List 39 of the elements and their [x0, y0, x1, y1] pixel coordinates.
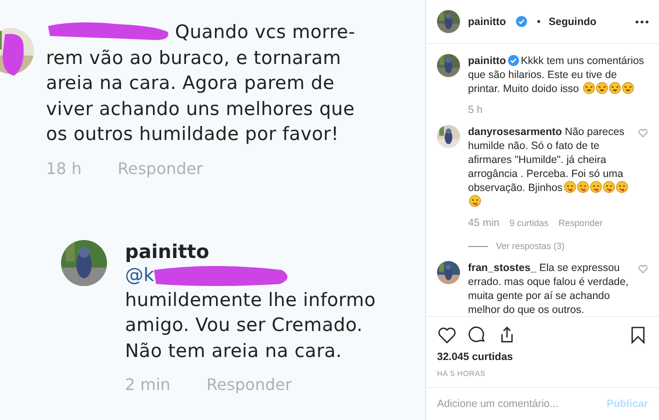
- avatar[interactable]: [61, 240, 107, 286]
- heart-icon[interactable]: [437, 325, 457, 345]
- username[interactable]: painitto: [125, 240, 395, 264]
- avatar[interactable]: [437, 54, 460, 77]
- reply-link[interactable]: Responder: [558, 216, 603, 230]
- comment-text: fran_stostes_ Ela se expressou errado. mas oque falou é verdade, muita gente por aí se achando melhor do que os outros.: [468, 261, 630, 316]
- comment-text: humildemente lhe informo amigo. Vou ser Cremado. Não tem areia na cara.: [125, 288, 377, 364]
- reply-link[interactable]: Responder: [206, 375, 292, 394]
- emoji-icon: [469, 195, 481, 207]
- emoji-icon: [602, 181, 615, 193]
- mention-link[interactable]: @k: [125, 265, 154, 286]
- emoji-icon: [564, 181, 576, 193]
- emoji-icon: [608, 82, 621, 94]
- more-icon[interactable]: [635, 20, 649, 24]
- view-replies-link[interactable]: Ver respostas (3): [496, 239, 565, 253]
- emoji-icon: [582, 82, 595, 94]
- comment-field[interactable]: Adicione um comentário...: [437, 398, 607, 410]
- avatar[interactable]: [437, 261, 460, 284]
- emoji-icon: [590, 181, 602, 193]
- emoji-icon: [596, 82, 608, 94]
- likes-count[interactable]: 9 curtidas: [510, 216, 549, 230]
- timestamp: 45 min: [468, 216, 500, 230]
- avatar[interactable]: [437, 125, 460, 148]
- reply-link[interactable]: Responder: [118, 158, 203, 178]
- likes-count[interactable]: 32.045 curtidas: [437, 351, 648, 363]
- comment-icon[interactable]: [467, 325, 487, 345]
- comment-text: danyrosesarmento Não pareces humilde não. Só o fato de te afirmares "Humilde". já cheira arrogância . Perceba. Foi só uma observação. Bjinhos: [468, 125, 630, 209]
- username[interactable]: painitto: [468, 16, 506, 28]
- timestamp: 2 min: [125, 375, 170, 394]
- timestamp: 5 h: [468, 103, 483, 117]
- avatar[interactable]: [437, 10, 460, 33]
- separator-dot: •: [536, 16, 541, 28]
- emoji-icon: [616, 181, 628, 193]
- follow-status[interactable]: Seguindo: [548, 16, 596, 28]
- caption-text: painitto Kkkk tem uns comentários que são hilarios. Este eu tive de printar. Muito doido isso: [468, 54, 646, 96]
- emoji-icon: [576, 181, 589, 193]
- comment-text: Quando vcs morre-rem vão ao buraco, e tornaram areia na cara. Agora parem de viver achando uns melhores que os outros humildade por favor!: [46, 20, 356, 147]
- timestamp: 18 h: [46, 158, 82, 178]
- emoji-icon: [622, 82, 634, 94]
